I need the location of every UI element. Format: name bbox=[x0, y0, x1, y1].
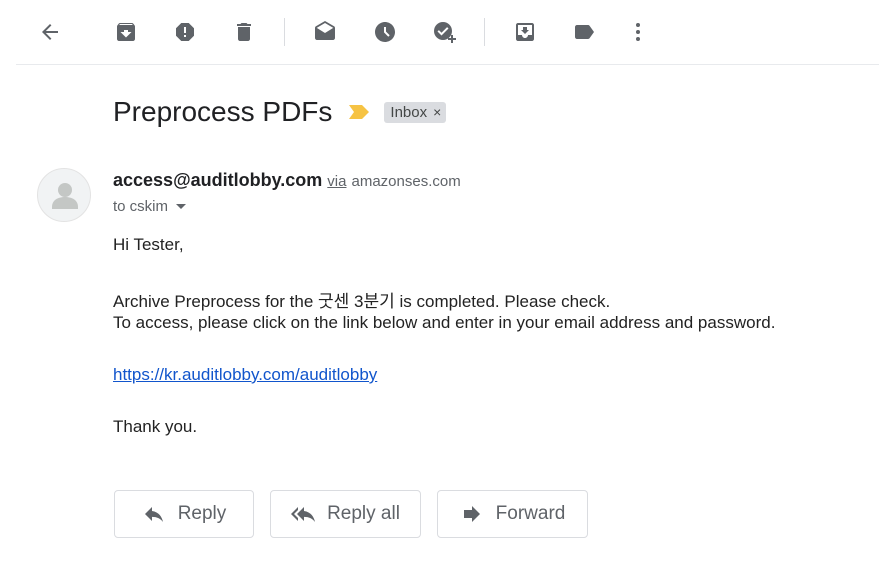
auditlobby-link[interactable]: https://kr.auditlobby.com/auditlobby bbox=[113, 365, 377, 384]
reply-all-label: Reply all bbox=[327, 503, 400, 524]
reply-button[interactable]: Reply bbox=[114, 490, 254, 538]
inbox-label-chip: Inbox × bbox=[384, 101, 447, 123]
message-subject: Preprocess PDFs bbox=[113, 96, 333, 127]
back-arrow-icon[interactable] bbox=[32, 14, 68, 50]
toolbar-divider-line bbox=[16, 64, 879, 65]
reply-all-icon bbox=[291, 507, 316, 522]
via-link[interactable]: via bbox=[327, 173, 346, 190]
forward-button[interactable]: Forward bbox=[437, 490, 588, 538]
forward-icon bbox=[463, 506, 480, 522]
body-link-line: https://kr.auditlobby.com/auditlobby bbox=[113, 365, 377, 385]
sender-avatar[interactable] bbox=[37, 168, 91, 222]
body-greeting: Hi Tester, bbox=[113, 235, 184, 254]
show-details-chevron-icon[interactable] bbox=[176, 204, 187, 209]
toolbar-divider bbox=[484, 18, 485, 46]
snooze-icon[interactable] bbox=[367, 14, 403, 50]
reply-label: Reply bbox=[177, 503, 227, 524]
delete-icon[interactable] bbox=[226, 14, 262, 50]
move-to-icon[interactable] bbox=[507, 14, 543, 50]
inbox-label-text: Inbox bbox=[390, 103, 428, 121]
subject-row: Preprocess PDFs Inbox × bbox=[113, 94, 447, 130]
forward-label: Forward bbox=[495, 503, 566, 524]
sender-row: access@auditlobby.com via amazonses.com bbox=[113, 170, 461, 191]
labels-icon[interactable] bbox=[566, 14, 602, 50]
person-icon bbox=[52, 183, 78, 209]
recipient-row: to cskim bbox=[113, 198, 187, 215]
more-icon[interactable] bbox=[620, 14, 656, 50]
reply-icon bbox=[144, 507, 163, 522]
via-domain: amazonses.com bbox=[351, 173, 461, 190]
body-line-2: To access, please click on the link belo… bbox=[113, 313, 776, 332]
body-line-1: Archive Preprocess for the 굿센 3분기 is com… bbox=[113, 292, 611, 311]
archive-icon[interactable] bbox=[108, 14, 144, 50]
reply-all-button[interactable]: Reply all bbox=[270, 490, 421, 538]
importance-marker-icon[interactable] bbox=[348, 104, 370, 120]
toolbar-divider bbox=[284, 18, 285, 46]
recipient-text: to cskim bbox=[113, 198, 169, 215]
mark-unread-icon[interactable] bbox=[307, 14, 343, 50]
body-signoff: Thank you. bbox=[113, 417, 198, 436]
sender-email[interactable]: access@auditlobby.com bbox=[113, 170, 322, 191]
report-spam-icon[interactable] bbox=[167, 14, 203, 50]
remove-label-icon[interactable]: × bbox=[433, 104, 441, 120]
message-toolbar bbox=[0, 0, 879, 64]
add-to-tasks-icon[interactable] bbox=[426, 14, 462, 50]
